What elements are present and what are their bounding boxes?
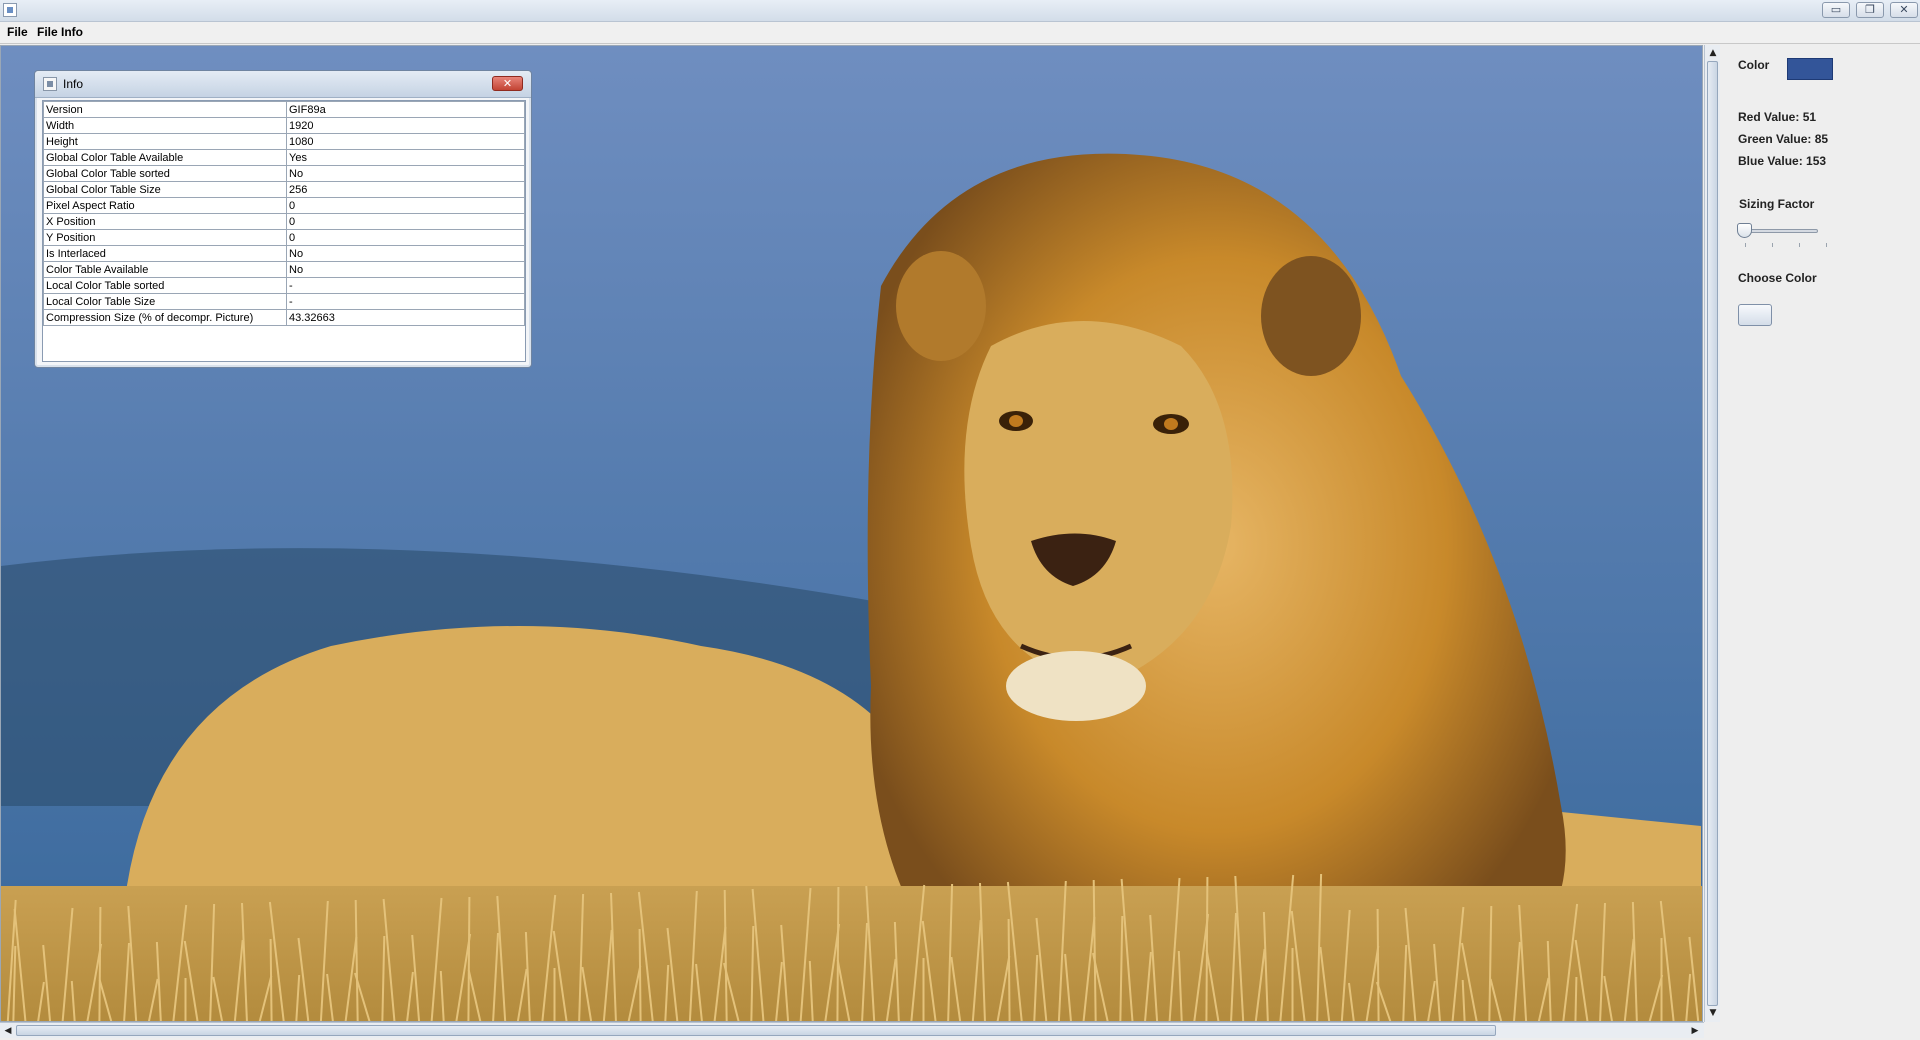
window-title-bar: ▭ ❐ ✕ [0,0,1920,22]
sizing-factor-slider-thumb[interactable] [1737,223,1752,238]
app-icon [3,3,17,17]
slider-tick [1826,243,1827,247]
info-key: Is Interlaced [43,245,287,262]
control-panel: Color Red Value: 51 Green Value: 85 Blue… [1720,45,1920,1040]
blue-value-label: Blue Value: 153 [1738,154,1827,168]
horizontal-scroll-thumb[interactable] [16,1025,1496,1036]
slider-tick [1745,243,1746,247]
slider-tick [1799,243,1800,247]
grass-blade [1376,908,1380,1021]
info-value: No [286,261,525,278]
info-value: - [286,277,525,294]
scroll-left-arrow-icon[interactable]: ◀ [1,1024,15,1038]
info-value: GIF89a [286,101,525,118]
info-key: Compression Size (% of decompr. Picture) [43,309,287,326]
menu-file[interactable]: File [4,25,31,39]
menu-file-info[interactable]: File Info [34,25,86,39]
color-swatch [1787,58,1833,80]
info-title: Info [63,77,84,91]
info-key: Global Color Table sorted [43,165,287,182]
info-row: Is Interlaced No [43,245,525,262]
scroll-down-arrow-icon[interactable]: ▼ [1706,1006,1720,1020]
info-key: Pixel Aspect Ratio [43,197,287,214]
info-key: Version [43,101,287,118]
info-row: Version GIF89a [43,101,525,118]
info-key: Global Color Table Size [43,181,287,198]
info-row: Global Color Table Available Yes [43,149,525,166]
info-window[interactable]: Info ✕ Version GIF89a Width 1920 Height 1080 G… [34,70,532,368]
info-key: X Position [43,213,287,230]
close-window-button[interactable]: ✕ [1890,2,1918,18]
grass-blade [1007,918,1011,1021]
menu-bar: File File Info [0,22,1920,44]
grass-blade [1205,876,1209,1021]
grass-blade [269,938,273,1021]
info-row: Color Table Available No [43,261,525,278]
info-row: Height 1080 [43,133,525,150]
info-value: No [286,165,525,182]
info-row: X Position 0 [43,213,525,230]
info-key: Color Table Available [43,261,287,278]
info-value: 1920 [286,117,525,134]
info-value: Yes [286,149,525,166]
grass-blade [467,896,471,1021]
info-key: Y Position [43,229,287,246]
choose-color-button[interactable] [1738,304,1772,326]
red-value-label: Red Value: 51 [1738,110,1817,124]
info-key: Width [43,117,287,134]
choose-color-label: Choose Color [1738,271,1817,285]
info-key: Local Color Table Size [43,293,287,310]
slider-tick [1772,243,1773,247]
info-value: 0 [286,229,525,246]
color-label: Color [1738,58,1770,72]
grass-blade [1574,976,1578,1021]
grass-blade [638,928,642,1021]
info-value: 0 [286,197,525,214]
info-row: Global Color Table Size 256 [43,181,525,198]
info-value: 43.32663 [286,309,525,326]
info-row: Local Color Table sorted - [43,277,525,294]
info-value: 1080 [286,133,525,150]
scroll-up-arrow-icon[interactable]: ▲ [1706,46,1720,60]
info-value: No [286,245,525,262]
info-row: Global Color Table sorted No [43,165,525,182]
info-table-container: Version GIF89a Width 1920 Height 1080 Global C… [42,100,526,362]
info-row: Compression Size (% of decompr. Picture)… [43,309,525,326]
green-value-label: Green Value: 85 [1738,132,1829,146]
info-key: Local Color Table sorted [43,277,287,294]
info-key: Height [43,133,287,150]
info-row: Y Position 0 [43,229,525,246]
info-table: Version GIF89a Width 1920 Height 1080 Global C… [43,101,525,326]
info-value: 256 [286,181,525,198]
vertical-scroll-thumb[interactable] [1707,61,1718,1006]
info-row: Local Color Table Size - [43,293,525,310]
info-row: Pixel Aspect Ratio 0 [43,197,525,214]
horizontal-scrollbar[interactable]: ◀ ▶ [0,1022,1704,1038]
info-key: Global Color Table Available [43,149,287,166]
vertical-scrollbar[interactable]: ▲ ▼ [1704,45,1720,1022]
info-close-button[interactable]: ✕ [492,76,523,91]
info-value: - [286,293,525,310]
info-row: Width 1920 [43,117,525,134]
minimize-button[interactable]: ▭ [1822,2,1850,18]
restore-button[interactable]: ❐ [1856,2,1884,18]
grass-blade [98,906,102,1021]
scroll-right-arrow-icon[interactable]: ▶ [1688,1024,1702,1038]
info-title-bar[interactable]: Info ✕ [35,71,531,98]
info-window-icon [43,77,57,91]
grass-blade [836,886,840,1021]
sizing-factor-label: Sizing Factor [1739,197,1815,211]
info-value: 0 [286,213,525,230]
